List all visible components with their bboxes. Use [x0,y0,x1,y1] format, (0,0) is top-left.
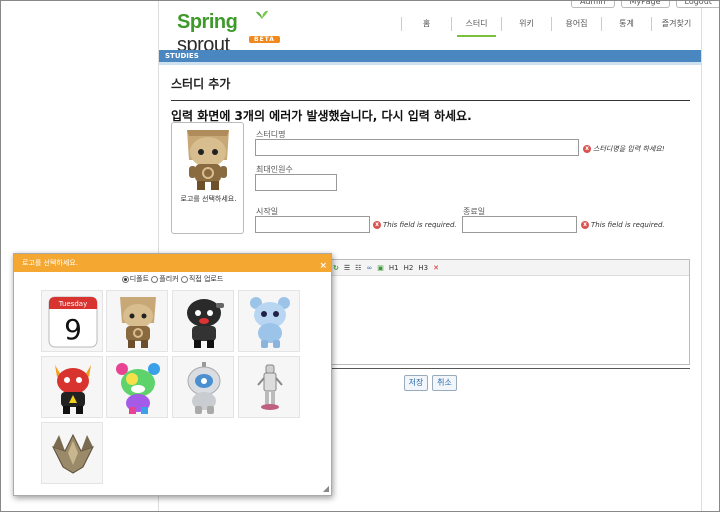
list-ordered-icon[interactable]: ☰ [344,264,350,272]
logo-source-options: 디폴트 플리커 직접 업로드 [14,274,331,284]
leaf-icon [256,10,268,19]
list-unordered-icon[interactable]: ☷ [355,264,361,272]
error-icon: x [581,221,589,229]
section-bar: STUDIES [159,50,701,62]
remove-format-icon[interactable]: ✕ [433,264,439,272]
nav-stats[interactable]: 통계 [601,17,651,31]
resize-handle[interactable]: ◢ [323,484,329,493]
radio-upload[interactable] [180,275,188,283]
radio-default[interactable] [121,275,129,283]
form-bottom-divider [326,368,690,369]
redo-icon[interactable]: ↻ [333,264,339,272]
start-date-field[interactable] [255,216,370,233]
h2-button[interactable]: H2 [404,264,414,272]
logo-select-box[interactable]: 로고를 선택하세요. [171,122,244,234]
dialog-title[interactable]: 로고를 선택하세요. × [14,254,331,272]
study-name-error: x 스터디명을 입력 하세요! [583,144,665,154]
beta-badge: BETA [249,36,280,43]
mypage-link[interactable]: MyPage [620,1,670,8]
image-icon[interactable]: ▣ [377,264,384,272]
admin-link[interactable]: Admin [571,1,615,8]
error-icon: x [583,145,591,153]
browser-viewport: Admin MyPage Logout Spring sprout BETA 홈… [0,0,720,512]
logo-tile[interactable] [238,290,300,352]
start-date-error: x This field is required. [373,221,457,229]
blue-mascot-icon [250,297,290,348]
end-date-field[interactable] [462,216,577,233]
logo-tile[interactable] [41,356,103,418]
devil-mascot-icon [55,365,91,414]
logo-tile[interactable] [172,356,234,418]
h1-button[interactable]: H1 [389,264,399,272]
logo-tile[interactable] [41,422,103,484]
brown-mascot-icon [120,297,156,348]
robot-figure-icon [257,364,283,410]
page-right-border [701,1,702,511]
black-mascot-icon [187,299,224,348]
max-members-field[interactable] [255,174,337,191]
radio-flickr[interactable] [151,275,159,283]
h3-button[interactable]: H3 [418,264,428,272]
top-links: Admin MyPage Logout [571,1,719,8]
rainbow-mascot-icon [116,363,160,414]
logo-tile[interactable]: Tuesday 9 [41,290,103,352]
silver-mascot-icon [187,362,221,414]
nav-glossary[interactable]: 용어집 [551,17,601,31]
brown-mascot-icon [187,130,229,190]
nav-study[interactable]: 스터디 [451,17,501,37]
nav-favorites[interactable]: 즐겨찾기 [651,17,701,31]
heading-divider [171,100,690,101]
link-icon[interactable]: ∞ [366,264,372,272]
cancel-button[interactable]: 취소 [432,375,457,391]
description-editor[interactable]: ↻ ☰ ☷ ∞ ▣ H1 H2 H3 ✕ [326,259,690,365]
logo-tile[interactable] [172,290,234,352]
error-icon: x [373,221,381,229]
ship-icon [52,433,94,474]
main-nav: 홈 스터디 위키 용어집 통계 즐겨찾기 [401,17,701,37]
logout-link[interactable]: Logout [675,1,719,8]
svg-text:9: 9 [64,313,82,346]
logo-spring: Spring [177,11,238,33]
logo-tile[interactable] [106,356,168,418]
calendar-icon: Tuesday 9 [48,296,98,348]
section-bar-underline [159,62,701,65]
logo-tile[interactable] [106,290,168,352]
svg-text:Tuesday: Tuesday [58,300,87,308]
page-title: 스터디 추가 [171,77,231,91]
logo-tile[interactable] [238,356,300,418]
close-icon[interactable]: × [319,257,327,275]
nav-home[interactable]: 홈 [401,17,451,31]
study-name-field[interactable] [255,139,579,156]
save-button[interactable]: 저장 [404,375,428,391]
editor-toolbar: ↻ ☰ ☷ ∞ ▣ H1 H2 H3 ✕ [327,260,689,276]
logo-select-label: 로고를 선택하세요. [180,195,237,203]
logo-picker-dialog: 로고를 선택하세요. × 디폴트 플리커 직접 업로드 Tuesday 9 ◢ [13,253,332,496]
end-date-error: x This field is required. [581,221,665,229]
nav-wiki[interactable]: 위키 [501,17,551,31]
site-logo[interactable]: Spring sprout BETA [177,10,287,56]
